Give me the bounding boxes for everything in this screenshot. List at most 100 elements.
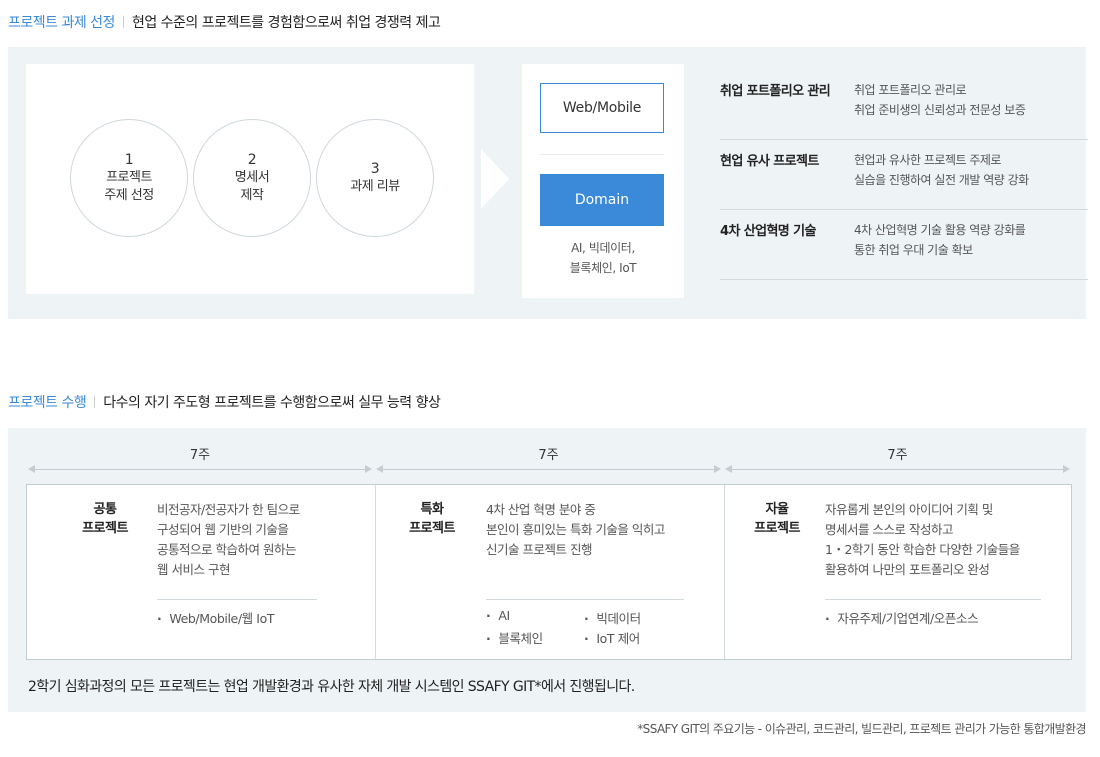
feature-desc-line: 취업 준비생의 신뢰성과 전문성 보증	[854, 103, 1026, 117]
feature-desc-line: 실습을 진행하여 실전 개발 역량 강화	[854, 173, 1029, 187]
section-title-selection: 프로젝트 과제 선정 현업 수준의 프로젝트를 경험함으로써 취업 경쟁력 제고	[8, 12, 441, 32]
project-desc-line: 공통적으로 학습하여 원하는	[157, 542, 296, 557]
project-desc-line: 4차 산업 혁명 분야 중	[486, 502, 596, 517]
project-title-line: 프로젝트	[82, 521, 128, 536]
project-column-common: 공통 프로젝트 비전공자/전공자가 한 팀으로 구성되어 웹 기반의 기술을 공…	[27, 485, 375, 659]
arrow-left-icon	[28, 465, 35, 473]
project-title-line: 공통	[93, 502, 117, 517]
project-bullet: 자유주제/기업연계/오픈소스	[825, 608, 978, 627]
timeline-line	[34, 469, 366, 470]
project-bullet: IoT 제어	[584, 628, 640, 647]
project-desc-line: 구성되어 웹 기반의 기술을	[157, 522, 289, 537]
project-desc-line: 명세서를 스스로 작성하고	[825, 522, 953, 537]
feature-title: 취업 포트폴리오 관리	[720, 84, 831, 99]
arrow-right-icon	[365, 465, 372, 473]
project-title: 자율 프로젝트	[749, 500, 805, 538]
feature-title: 현업 유사 프로젝트	[720, 154, 819, 169]
divider	[825, 599, 1041, 600]
project-desc-line: 신기술 프로젝트 진행	[486, 542, 592, 557]
execution-panel: 7주 7주 7주 공통 프로젝트 비전공자/전공자가 한 팀으로 구성되어 웹 …	[8, 428, 1086, 712]
feature-desc-line: 취업 포트폴리오 관리로	[854, 83, 967, 97]
step-number: 1	[124, 152, 134, 168]
feature-item: 현업 유사 프로젝트 현업과 유사한 프로젝트 주제로 실습을 진행하여 실전 …	[720, 140, 1088, 210]
feature-desc: 현업과 유사한 프로젝트 주제로 실습을 진행하여 실전 개발 역량 강화	[854, 150, 1029, 190]
project-title: 공통 프로젝트	[77, 500, 133, 538]
project-desc-line: 1・2학기 동안 학습한 다양한 기술들을	[825, 542, 1020, 557]
title-divider	[94, 396, 96, 408]
project-title: 특화 프로젝트	[404, 500, 460, 538]
project-type-card: Web/Mobile Domain AI, 빅데이터, 블록체인, IoT	[522, 64, 684, 298]
project-title-line: 특화	[420, 502, 444, 517]
feature-desc: 취업 포트폴리오 관리로 취업 준비생의 신뢰성과 전문성 보증	[854, 80, 1026, 120]
timeline-line	[731, 469, 1064, 470]
step-label-line1: 과제 리뷰	[350, 179, 400, 194]
feature-item: 4차 산업혁명 기술 4차 산업혁명 기술 활용 역량 강화를 통한 취업 우대…	[720, 210, 1088, 280]
step-label-line2: 주제 선정	[104, 188, 154, 203]
web-mobile-option[interactable]: Web/Mobile	[540, 83, 664, 133]
step-label-line1: 명세서	[234, 170, 270, 185]
feature-desc-line: 4차 산업혁명 기술 활용 역량 강화를	[854, 223, 1026, 237]
domain-option[interactable]: Domain	[540, 174, 664, 226]
domain-description: AI, 빅데이터, 블록체인, IoT	[522, 238, 684, 278]
divider	[540, 154, 664, 155]
feature-desc-line: 통한 취업 우대 기술 확보	[854, 243, 973, 257]
timeline-segment: 7주	[26, 428, 374, 484]
timeline-row: 7주 7주 7주	[26, 428, 1072, 484]
timeline-segment: 7주	[723, 428, 1072, 484]
timeline-line	[382, 469, 715, 470]
section-title-accent: 프로젝트 수행	[8, 395, 87, 411]
project-bullet: AI	[486, 608, 510, 623]
flow-arrow-icon	[481, 149, 509, 209]
project-desc-line: 자유롭게 본인의 아이디어 기획 및	[825, 502, 993, 517]
project-bullet: 블록체인	[486, 628, 543, 647]
feature-desc: 4차 산업혁명 기술 활용 역량 강화를 통한 취업 우대 기술 확보	[854, 220, 1026, 260]
week-label: 7주	[538, 448, 559, 463]
project-note: 2학기 심화과정의 모든 프로젝트는 현업 개발환경과 유사한 자체 개발 시스…	[28, 679, 635, 695]
project-desc-line: 웹 서비스 구현	[157, 562, 230, 577]
step-circle-3: 3 과제 리뷰	[316, 119, 434, 237]
step-label-line1: 프로젝트	[106, 170, 152, 185]
footnote: *SSAFY GIT의 주요기능 - 이슈관리, 코드관리, 빌드관리, 프로젝…	[637, 722, 1086, 736]
timeline-segment: 7주	[374, 428, 723, 484]
arrow-right-icon	[1063, 465, 1070, 473]
project-desc-line: 비전공자/전공자가 한 팀으로	[157, 502, 300, 517]
step-number: 2	[247, 152, 257, 168]
project-desc: 자유롭게 본인의 아이디어 기획 및 명세서를 스스로 작성하고 1・2학기 동…	[825, 500, 1020, 580]
project-bullet: 빅데이터	[584, 608, 641, 627]
project-column-autonomous: 자율 프로젝트 자유롭게 본인의 아이디어 기획 및 명세서를 스스로 작성하고…	[724, 485, 1071, 659]
project-desc: 4차 산업 혁명 분야 중 본인이 흥미있는 특화 기술을 익히고 신기술 프로…	[486, 500, 665, 560]
project-bullet: Web/Mobile/웹 IoT	[157, 608, 274, 627]
project-desc-line: 본인이 흥미있는 특화 기술을 익히고	[486, 522, 665, 537]
divider	[486, 599, 684, 600]
arrow-right-icon	[714, 465, 721, 473]
domain-sub-line2: 블록체인, IoT	[569, 261, 637, 275]
title-divider	[122, 16, 124, 28]
week-label: 7주	[189, 448, 211, 463]
selection-panel: 1 프로젝트 주제 선정 2 명세서 제작 3 과제 리뷰 Web/Mobile…	[8, 47, 1088, 319]
project-title-line: 자율	[765, 502, 789, 517]
section-title-accent: 프로젝트 과제 선정	[8, 15, 115, 31]
step-label-line2: 제작	[240, 188, 264, 203]
steps-card: 1 프로젝트 주제 선정 2 명세서 제작 3 과제 리뷰	[26, 64, 474, 294]
section-title-text: 다수의 자기 주도형 프로젝트를 수행함으로써 실무 능력 향상	[103, 395, 441, 411]
feature-title: 4차 산업혁명 기술	[720, 224, 816, 239]
section-title-text: 현업 수준의 프로젝트를 경험함으로써 취업 경쟁력 제고	[131, 15, 441, 31]
project-title-line: 프로젝트	[409, 521, 455, 536]
week-label: 7주	[887, 448, 908, 463]
project-title-line: 프로젝트	[754, 521, 800, 536]
step-number: 3	[370, 161, 380, 177]
feature-list: 취업 포트폴리오 관리 취업 포트폴리오 관리로 취업 준비생의 신뢰성과 전문…	[720, 70, 1088, 280]
arrow-left-icon	[725, 465, 732, 473]
step-circle-1: 1 프로젝트 주제 선정	[70, 119, 188, 237]
step-circle-2: 2 명세서 제작	[193, 119, 311, 237]
domain-sub-line1: AI, 빅데이터,	[571, 241, 635, 255]
project-column-specialized: 특화 프로젝트 4차 산업 혁명 분야 중 본인이 흥미있는 특화 기술을 익히…	[375, 485, 724, 659]
feature-desc-line: 현업과 유사한 프로젝트 주제로	[854, 153, 1001, 167]
section-title-execution: 프로젝트 수행 다수의 자기 주도형 프로젝트를 수행함으로써 실무 능력 향상	[8, 392, 441, 412]
arrow-left-icon	[376, 465, 383, 473]
project-table: 공통 프로젝트 비전공자/전공자가 한 팀으로 구성되어 웹 기반의 기술을 공…	[26, 484, 1072, 660]
divider	[157, 599, 317, 600]
project-desc-line: 활용하여 나만의 포트폴리오 완성	[825, 562, 990, 577]
feature-item: 취업 포트폴리오 관리 취업 포트폴리오 관리로 취업 준비생의 신뢰성과 전문…	[720, 70, 1088, 140]
project-desc: 비전공자/전공자가 한 팀으로 구성되어 웹 기반의 기술을 공통적으로 학습하…	[157, 500, 300, 580]
